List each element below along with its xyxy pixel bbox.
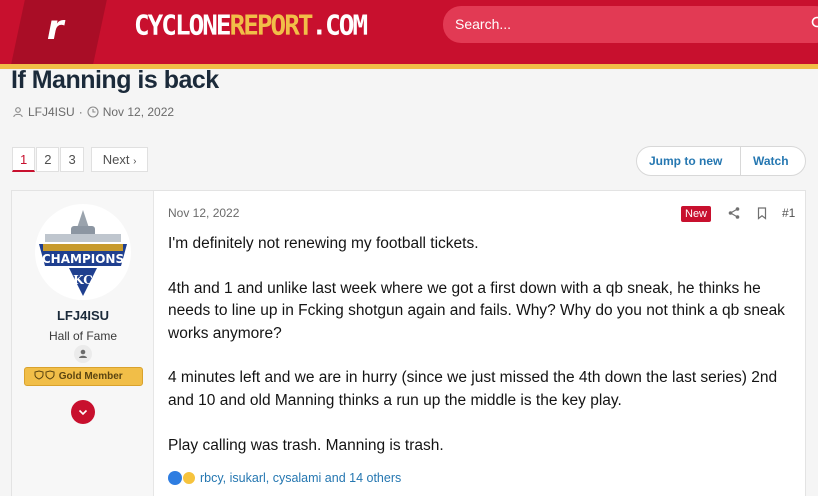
clock-icon <box>87 106 99 118</box>
user-badge: Gold Member <box>24 367 143 386</box>
post-user-panel: CHAMPIONS KC LFJ4ISU Hall of Fame Gold M… <box>12 191 154 496</box>
reactions-link[interactable]: rbcy, isukarl, cysalami and 14 others <box>200 471 401 485</box>
watch-button[interactable]: Watch <box>741 147 789 175</box>
thread-actions: Jump to new Watch <box>636 146 806 176</box>
shield-icon <box>34 370 55 380</box>
site-header: r CYCLONEREPORT.COM Search... <box>0 0 818 64</box>
next-page-button[interactable]: Next › <box>90 147 149 172</box>
user-icon <box>13 107 23 118</box>
post-username[interactable]: LFJ4ISU <box>12 308 154 323</box>
post-paragraph: 4 minutes left and we are in hurry (sinc… <box>168 369 778 409</box>
site-brand[interactable]: CYCLONEREPORT.COM <box>134 8 369 44</box>
jump-to-new-button[interactable]: Jump to new <box>637 147 741 175</box>
thread-author-link[interactable]: LFJ4ISU <box>28 105 75 119</box>
site-logo-icon[interactable]: r <box>11 0 107 64</box>
chevron-right-icon: › <box>133 156 137 167</box>
post-body: I'm definitely not renewing my football … <box>168 233 798 479</box>
share-icon[interactable] <box>727 206 741 220</box>
user-banner-icon <box>74 345 92 363</box>
world-series-champions-logo-icon: CHAMPIONS KC <box>37 206 129 298</box>
new-badge: New <box>681 206 712 222</box>
post-number-link[interactable]: #1 <box>782 206 795 220</box>
post-paragraph: 4th and 1 and unlike last week where we … <box>168 279 785 342</box>
user-title: Hall of Fame <box>48 329 118 343</box>
svg-text:KC: KC <box>73 273 93 287</box>
page-link-3[interactable]: 3 <box>60 147 84 172</box>
next-page-label: Next <box>102 152 130 167</box>
bookmark-icon[interactable] <box>755 206 769 220</box>
post-paragraph: Play calling was trash. Manning is trash… <box>168 436 444 454</box>
wow-reaction-icon <box>182 471 196 485</box>
svg-text:CHAMPIONS: CHAMPIONS <box>42 252 124 266</box>
thread-meta: LFJ4ISU · Nov 12, 2022 <box>12 105 174 119</box>
user-badge-label: Gold Member <box>58 371 123 382</box>
brand-part-3: .COM <box>311 10 369 42</box>
search-icon[interactable] <box>811 16 818 30</box>
like-reaction-icon <box>168 471 182 485</box>
search-placeholder: Search... <box>455 16 512 32</box>
brand-part-2: REPORT <box>229 10 314 42</box>
reactions-bar: rbcy, isukarl, cysalami and 14 others <box>168 471 401 485</box>
search-input[interactable]: Search... <box>443 6 818 43</box>
avatar[interactable]: CHAMPIONS KC <box>35 204 131 300</box>
meta-separator: · <box>78 105 83 119</box>
post: CHAMPIONS KC LFJ4ISU Hall of Fame Gold M… <box>11 190 806 496</box>
brand-part-1: CYCLONE <box>134 10 232 42</box>
thread-date[interactable]: Nov 12, 2022 <box>103 105 174 119</box>
chevron-down-icon <box>78 409 88 416</box>
page-link-2[interactable]: 2 <box>36 147 60 172</box>
thread-title: If Manning is back <box>11 66 219 94</box>
pagination: 1 2 3 Next › <box>12 147 149 172</box>
post-paragraph: I'm definitely not renewing my football … <box>168 235 479 252</box>
expand-user-info-button[interactable] <box>71 400 95 424</box>
post-date[interactable]: Nov 12, 2022 <box>168 206 239 220</box>
page-link-1[interactable]: 1 <box>12 147 36 172</box>
